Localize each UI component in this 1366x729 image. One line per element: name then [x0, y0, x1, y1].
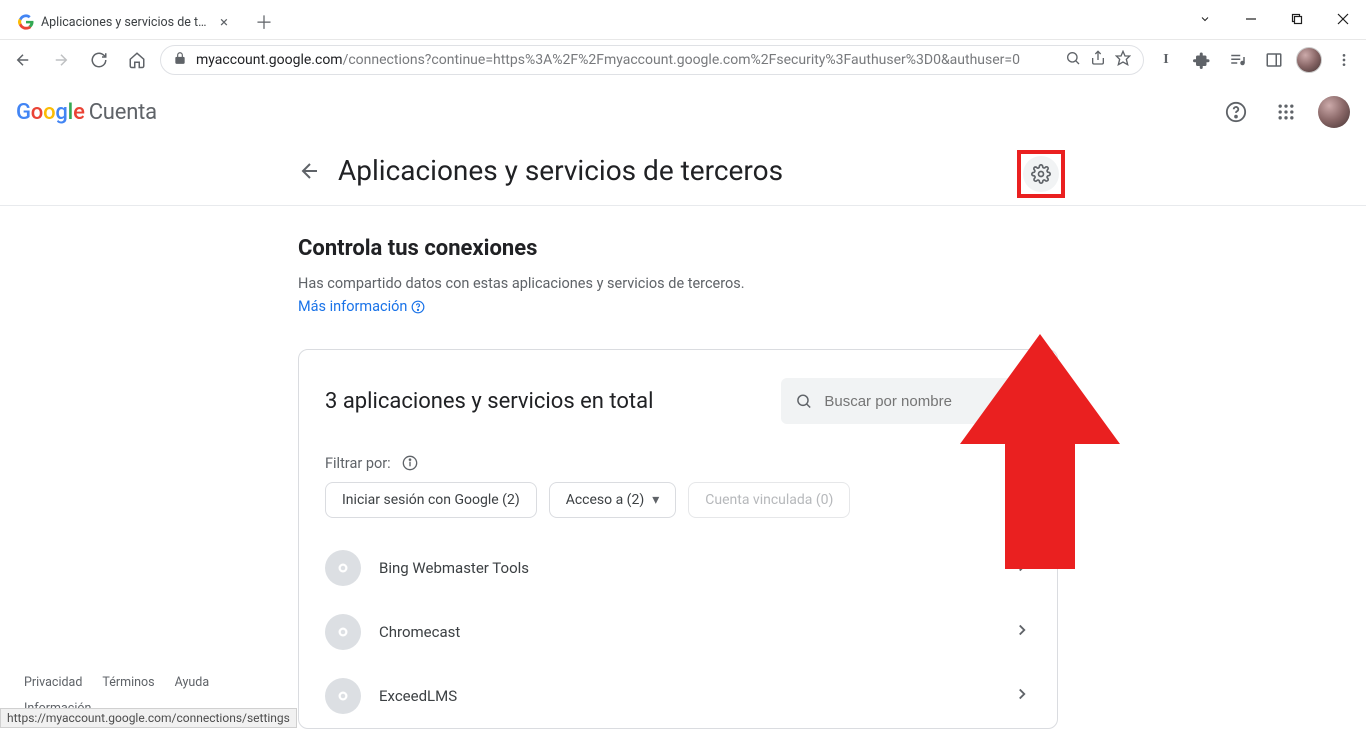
chevron-right-icon [1013, 557, 1031, 579]
favicon-google-icon [18, 14, 34, 30]
account-avatar[interactable] [1318, 96, 1350, 128]
learn-more-label: Más información [298, 298, 407, 315]
chip-label: Iniciar sesión con Google (2) [342, 492, 520, 508]
close-tab-icon[interactable]: × [218, 13, 230, 31]
help-icon[interactable] [1218, 94, 1254, 130]
zoom-icon[interactable] [1065, 50, 1081, 70]
sidepanel-icon[interactable] [1260, 46, 1288, 74]
caret-down-icon: ▾ [652, 492, 659, 508]
learn-more-link[interactable]: Más información [298, 298, 425, 315]
search-icon [795, 391, 812, 411]
settings-gear-button[interactable] [1023, 156, 1059, 192]
reload-button[interactable] [84, 45, 114, 75]
minimize-button[interactable] [1228, 3, 1274, 35]
profile-avatar-small[interactable] [1296, 47, 1322, 73]
chevron-right-icon [1013, 685, 1031, 707]
footer-terms-link[interactable]: Términos [102, 675, 154, 690]
app-icon [325, 678, 361, 714]
app-item[interactable]: ExceedLMS [325, 664, 1031, 728]
browser-status-bar: https://myaccount.google.com/connections… [0, 708, 297, 728]
filter-label: Filtrar por: [325, 455, 391, 472]
footer-privacy-link[interactable]: Privacidad [24, 675, 82, 690]
page-content: Aplicaciones y servicios de terceros Con… [0, 144, 1366, 729]
nav-back-button[interactable] [8, 45, 38, 75]
filter-chip-linked: Cuenta vinculada (0) [688, 482, 850, 518]
app-icon [325, 550, 361, 586]
connections-card: 3 aplicaciones y servicios en total Filt… [298, 349, 1058, 729]
search-input[interactable] [824, 393, 1017, 410]
close-window-button[interactable] [1320, 3, 1366, 35]
google-logo[interactable]: Google Cuenta [16, 100, 157, 125]
browser-tab-strip: Aplicaciones y servicios de tercer × ＋ [0, 0, 1366, 40]
chevron-right-icon [1013, 621, 1031, 643]
section-subtext: Has compartido datos con estas aplicacio… [298, 275, 1060, 292]
filter-chip-signin[interactable]: Iniciar sesión con Google (2) [325, 482, 537, 518]
browser-tab[interactable]: Aplicaciones y servicios de tercer × [8, 5, 240, 39]
section-heading: Controla tus conexiones [298, 236, 1060, 261]
google-header: Google Cuenta [0, 80, 1366, 144]
browser-toolbar: myaccount.google.com/connections?continu… [0, 40, 1366, 80]
address-bar[interactable]: myaccount.google.com/connections?continu… [160, 45, 1144, 75]
lock-icon [173, 51, 187, 69]
extensions-puzzle-icon[interactable] [1188, 46, 1216, 74]
footer-help-link[interactable]: Ayuda [175, 675, 210, 690]
url-text: myaccount.google.com/connections?continu… [196, 52, 1056, 68]
extension-icons: I [1152, 46, 1358, 74]
home-button[interactable] [122, 45, 152, 75]
product-name: Cuenta [89, 100, 157, 125]
maximize-button[interactable] [1274, 3, 1320, 35]
bookmark-star-icon[interactable] [1115, 50, 1131, 70]
chevron-down-icon[interactable] [1182, 3, 1228, 35]
chip-label: Cuenta vinculada (0) [705, 492, 833, 508]
app-name: Chromecast [379, 623, 995, 641]
extension-text-icon[interactable]: I [1152, 46, 1180, 74]
footer-links: Privacidad Términos Ayuda [24, 675, 209, 690]
card-title: 3 aplicaciones y servicios en total [325, 389, 653, 414]
apps-grid-icon[interactable] [1268, 94, 1304, 130]
window-controls [1182, 3, 1366, 35]
app-name: ExceedLMS [379, 687, 995, 705]
back-arrow-icon[interactable] [298, 159, 322, 183]
chip-label: Acceso a (2) [566, 492, 645, 508]
share-icon[interactable] [1090, 50, 1106, 70]
nav-forward-button[interactable] [46, 45, 76, 75]
app-item[interactable]: Bing Webmaster Tools [325, 536, 1031, 600]
app-list: Bing Webmaster Tools Chromecast ExceedLM… [325, 536, 1031, 728]
page-title: Aplicaciones y servicios de terceros [338, 154, 783, 187]
playlist-icon[interactable] [1224, 46, 1252, 74]
app-name: Bing Webmaster Tools [379, 559, 995, 577]
new-tab-button[interactable]: ＋ [250, 8, 278, 36]
tab-title: Aplicaciones y servicios de tercer [41, 15, 211, 30]
help-circle-icon [411, 300, 425, 314]
search-box[interactable] [781, 378, 1031, 424]
kebab-menu-icon[interactable] [1330, 46, 1358, 74]
annotation-highlight-box [1017, 150, 1065, 198]
info-icon[interactable] [401, 454, 419, 472]
page-header: Aplicaciones y servicios de terceros [0, 144, 1366, 206]
app-item[interactable]: Chromecast [325, 600, 1031, 664]
filter-chip-access[interactable]: Acceso a (2) ▾ [549, 482, 677, 518]
app-icon [325, 614, 361, 650]
gear-icon [1031, 164, 1051, 184]
